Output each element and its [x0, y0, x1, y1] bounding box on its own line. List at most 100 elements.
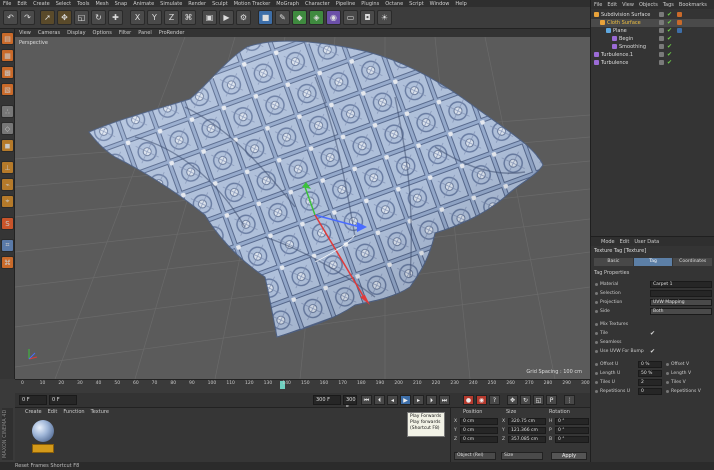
- coordinate-mode-select[interactable]: Object (Rel): [454, 452, 496, 460]
- select-tool-icon[interactable]: ➚: [40, 10, 55, 25]
- position-field[interactable]: 0 cm: [460, 418, 498, 425]
- object-tag-icon[interactable]: [677, 20, 682, 25]
- menu-item-sculpt[interactable]: Sculpt: [212, 1, 228, 7]
- object-layer-flag[interactable]: [659, 60, 664, 65]
- render-settings-icon[interactable]: ⚙: [236, 10, 251, 25]
- menu-item-pipeline[interactable]: Pipeline: [336, 1, 356, 7]
- material-preview-label[interactable]: [32, 444, 54, 453]
- menu-item-script[interactable]: Script: [409, 1, 424, 7]
- tab-basic[interactable]: Basic: [594, 258, 633, 266]
- attribute-value-field[interactable]: 2: [638, 379, 662, 386]
- object-menu-objects[interactable]: Objects: [639, 2, 658, 8]
- rotation-field[interactable]: 0 °: [555, 436, 589, 443]
- object-row[interactable]: Plane ✔: [591, 27, 714, 35]
- next-frame-icon[interactable]: ▸: [413, 395, 424, 405]
- viewport-menu-cameras[interactable]: Cameras: [38, 30, 60, 36]
- x-axis-icon[interactable]: X: [130, 10, 145, 25]
- object-row[interactable]: Begin ✔: [591, 35, 714, 43]
- menu-item-render[interactable]: Render: [188, 1, 206, 7]
- animate-dot-icon[interactable]: [595, 341, 598, 344]
- edges-mode-icon[interactable]: ◇: [1, 122, 14, 135]
- viewport-menu-prorender[interactable]: ProRender: [159, 30, 185, 36]
- start-frame-field[interactable]: 0 F: [19, 395, 47, 405]
- move-tool-icon[interactable]: ✥: [57, 10, 72, 25]
- object-layer-flag[interactable]: [659, 36, 664, 41]
- attribute-value-field[interactable]: UVW Mapping: [650, 299, 712, 306]
- object-enabled-check-icon[interactable]: ✔: [667, 19, 672, 27]
- menu-item-simulate[interactable]: Simulate: [160, 1, 182, 7]
- next-key-icon[interactable]: ⏵: [426, 395, 437, 405]
- position-field[interactable]: 0 cm: [460, 436, 498, 443]
- attribute-menu-user-data[interactable]: User Data: [634, 239, 659, 245]
- object-menu-edit[interactable]: Edit: [607, 2, 617, 8]
- undo-icon[interactable]: ↶: [3, 10, 18, 25]
- keyframe-selection-icon[interactable]: ?: [489, 395, 500, 405]
- y-axis-icon[interactable]: Y: [147, 10, 162, 25]
- object-row[interactable]: Turbulence ✔: [591, 59, 714, 67]
- redo-icon[interactable]: ↷: [20, 10, 35, 25]
- animate-dot-icon[interactable]: [595, 350, 598, 353]
- workplane-icon[interactable]: ▧: [1, 83, 14, 96]
- end-frame-field-2[interactable]: 300 F: [343, 395, 357, 411]
- size-field[interactable]: 320.75 cm: [508, 418, 546, 425]
- pen-icon[interactable]: ✎: [275, 10, 290, 25]
- polygons-mode-icon[interactable]: ◼: [1, 139, 14, 152]
- texture-mode-icon[interactable]: ▩: [1, 66, 14, 79]
- go-to-end-icon[interactable]: ⏭: [439, 395, 450, 405]
- size-field[interactable]: 357.085 cm: [508, 436, 546, 443]
- animate-dot-icon[interactable]: [595, 381, 598, 384]
- animate-dot-icon[interactable]: [666, 372, 669, 375]
- object-enabled-check-icon[interactable]: ✔: [667, 11, 672, 19]
- animate-dot-icon[interactable]: [595, 310, 598, 313]
- object-layer-flag[interactable]: [659, 28, 664, 33]
- enable-axis-icon[interactable]: ⊥: [1, 161, 14, 174]
- menu-item-mesh[interactable]: Mesh: [95, 1, 108, 7]
- menu-item-character[interactable]: Character: [305, 1, 330, 7]
- object-row[interactable]: Turbulence.1 ✔: [591, 51, 714, 59]
- size-field[interactable]: 121.366 cm: [508, 427, 546, 434]
- timeline-ruler[interactable]: 0 10 20 30 40 50 60 70 80 90 100 110 120 130 140 150 160…: [15, 379, 590, 393]
- viewport-menu-filter[interactable]: Filter: [119, 30, 131, 36]
- play-forwards-icon[interactable]: ▶: [400, 395, 411, 405]
- menu-item-create[interactable]: Create: [33, 1, 50, 7]
- attribute-checkbox[interactable]: ✔: [650, 330, 655, 337]
- position-field[interactable]: 0 cm: [460, 427, 498, 434]
- object-menu-bookmarks[interactable]: Bookmarks: [679, 2, 707, 8]
- object-layer-flag[interactable]: [659, 52, 664, 57]
- previous-frame-icon[interactable]: ◂: [387, 395, 398, 405]
- viewport-menu-view[interactable]: View: [19, 30, 31, 36]
- planar-workplane-icon[interactable]: ⌘: [1, 256, 14, 269]
- animate-dot-icon[interactable]: [595, 332, 598, 335]
- attribute-value-field[interactable]: 0: [638, 388, 662, 395]
- animate-dot-icon[interactable]: [595, 390, 598, 393]
- record-active-objects-icon[interactable]: ●: [463, 395, 474, 405]
- points-mode-icon[interactable]: ∴: [1, 105, 14, 118]
- material-menu-edit[interactable]: Edit: [48, 409, 58, 415]
- attribute-value-field[interactable]: 50 %: [638, 370, 662, 377]
- attribute-menu-edit[interactable]: Edit: [620, 239, 630, 245]
- menu-item-edit[interactable]: Edit: [17, 1, 27, 7]
- cube-icon[interactable]: ■: [258, 10, 273, 25]
- animate-dot-icon[interactable]: [595, 292, 598, 295]
- locked-workplane-icon[interactable]: ⌗: [1, 239, 14, 252]
- menu-item-snap[interactable]: Snap: [115, 1, 128, 7]
- previous-key-icon[interactable]: ⏴: [374, 395, 385, 405]
- viewport-menu-panel[interactable]: Panel: [138, 30, 152, 36]
- menu-item-animate[interactable]: Animate: [133, 1, 154, 7]
- make-editable-icon[interactable]: ▤: [1, 32, 14, 45]
- menu-item-file[interactable]: File: [3, 1, 11, 7]
- menu-item-select[interactable]: Select: [56, 1, 71, 7]
- animate-dot-icon[interactable]: [595, 372, 598, 375]
- current-frame-field[interactable]: 0 F: [49, 395, 77, 405]
- snapping-icon[interactable]: ⌖: [1, 195, 14, 208]
- animate-dot-icon[interactable]: [595, 301, 598, 304]
- tab-tag[interactable]: Tag: [633, 258, 673, 266]
- object-enabled-check-icon[interactable]: ✔: [667, 59, 672, 67]
- animate-dot-icon[interactable]: [595, 323, 598, 326]
- tab-coordinates[interactable]: Coordinates: [673, 258, 713, 266]
- attribute-menu-mode[interactable]: Mode: [601, 239, 615, 245]
- subdivision-icon[interactable]: ◆: [292, 10, 307, 25]
- deformer-icon[interactable]: ◉: [326, 10, 341, 25]
- coordinate-system-icon[interactable]: ⌘: [181, 10, 196, 25]
- menu-item-mograph[interactable]: MoGraph: [276, 1, 299, 7]
